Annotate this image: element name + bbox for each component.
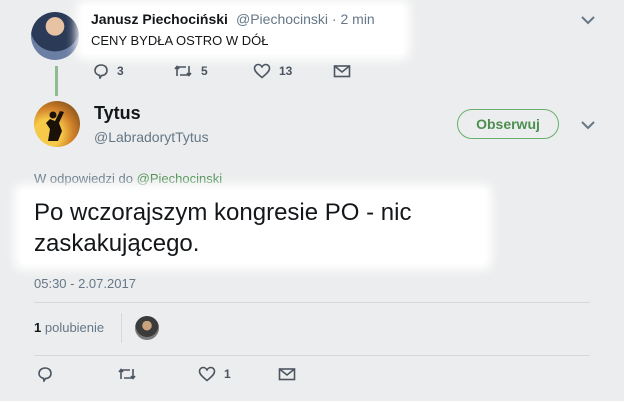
parent-author-meta[interactable]: @Piechocinski · 2 min bbox=[236, 11, 375, 27]
parent-author-avatar[interactable] bbox=[31, 12, 79, 60]
author-handle[interactable]: @LabradorytTytus bbox=[94, 129, 209, 145]
thread-connector-line bbox=[55, 66, 58, 96]
parent-separator: · bbox=[331, 11, 337, 27]
reply-button[interactable] bbox=[37, 366, 61, 382]
reply-icon bbox=[93, 63, 117, 79]
parent-author-handle[interactable]: @Piechocinski bbox=[236, 11, 328, 27]
author-name[interactable]: Tytus bbox=[94, 103, 141, 124]
retweet-icon bbox=[117, 366, 145, 382]
parent-reply-button[interactable]: 3 bbox=[93, 63, 124, 79]
retweet-button[interactable] bbox=[117, 366, 145, 382]
chevron-down-icon[interactable] bbox=[581, 15, 595, 25]
reply-context: W odpowiedzi do @Piechocinski bbox=[34, 171, 222, 186]
heart-icon bbox=[198, 366, 224, 382]
parent-time[interactable]: 2 min bbox=[340, 11, 374, 27]
author-avatar[interactable] bbox=[34, 101, 80, 147]
parent-message-button[interactable] bbox=[333, 63, 359, 79]
like-button[interactable]: 1 bbox=[198, 366, 231, 382]
parent-like-button[interactable]: 13 bbox=[253, 63, 292, 79]
parent-reply-count: 3 bbox=[117, 64, 124, 78]
divider bbox=[34, 355, 590, 356]
reply-context-prefix: W odpowiedzi do bbox=[34, 171, 133, 186]
reply-context-handle[interactable]: @Piechocinski bbox=[137, 171, 222, 186]
likes-label: polubienie bbox=[44, 320, 105, 335]
parent-retweet-count: 5 bbox=[201, 64, 208, 78]
envelope-icon bbox=[278, 366, 304, 382]
follow-button[interactable]: Obserwuj bbox=[457, 109, 559, 139]
chevron-down-icon[interactable] bbox=[581, 120, 595, 130]
envelope-icon bbox=[333, 63, 359, 79]
like-count: 1 bbox=[224, 367, 231, 381]
parent-author-name[interactable]: Janusz Piechociński bbox=[91, 11, 228, 27]
parent-retweet-button[interactable]: 5 bbox=[173, 63, 208, 79]
divider bbox=[34, 302, 590, 303]
likes-separator bbox=[121, 313, 122, 343]
reply-icon bbox=[37, 366, 61, 382]
tweet-text: Po wczorajszym kongresie PO - nic zaskak… bbox=[34, 199, 412, 257]
retweet-icon bbox=[173, 63, 201, 79]
parent-tweet-text: CENY BYDŁA OSTRO W DÓŁ bbox=[91, 33, 269, 48]
tweet-timestamp[interactable]: 05:30 - 2.07.2017 bbox=[34, 276, 136, 291]
liker-avatar[interactable] bbox=[135, 316, 159, 340]
parent-like-count: 13 bbox=[279, 64, 293, 78]
likes-count: 1 bbox=[34, 320, 42, 335]
likes-summary[interactable]: 1 polubienie bbox=[34, 320, 104, 335]
message-button[interactable] bbox=[278, 366, 304, 382]
heart-icon bbox=[253, 63, 279, 79]
